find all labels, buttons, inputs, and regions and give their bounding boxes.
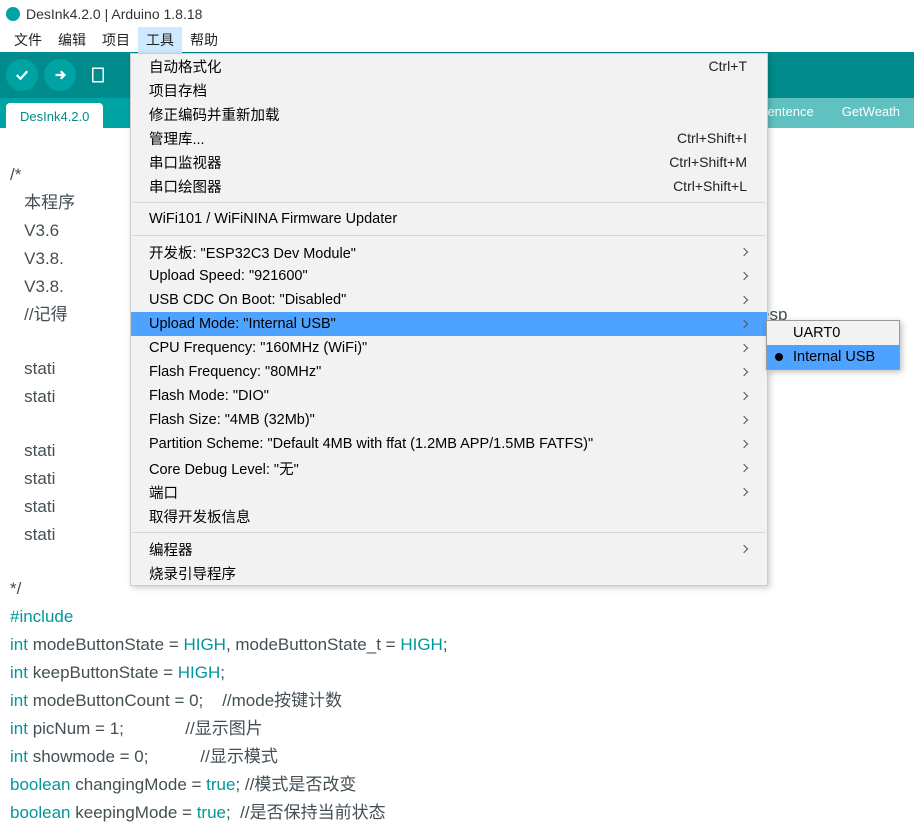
titlebar: DesInk4.2.0 | Arduino 1.8.18 — [0, 0, 914, 28]
submenu-arrow-icon — [740, 440, 748, 448]
arduino-icon — [6, 7, 20, 21]
menu-edit[interactable]: 编辑 — [50, 27, 94, 53]
keyboard-shortcut: Ctrl+T — [709, 58, 748, 74]
submenu-arrow-icon — [740, 392, 748, 400]
submenu-arrow-icon — [740, 416, 748, 424]
window-title: DesInk4.2.0 | Arduino 1.8.18 — [26, 6, 202, 22]
keyboard-shortcut: Ctrl+Shift+I — [677, 130, 747, 146]
submenu-arrow-icon — [740, 272, 748, 280]
submenu-arrow-icon — [740, 296, 748, 304]
upload-mode-submenu: UART0 Internal USB — [766, 320, 900, 370]
menu-file[interactable]: 文件 — [6, 27, 50, 53]
menu-item[interactable]: 串口绘图器Ctrl+Shift+L — [131, 174, 767, 198]
submenu-internal-usb[interactable]: Internal USB — [767, 345, 899, 369]
menu-item[interactable]: Core Debug Level: "无" — [131, 456, 767, 480]
submenu-arrow-icon — [740, 545, 748, 553]
menu-item[interactable]: 开发板: "ESP32C3 Dev Module" — [131, 240, 767, 264]
menu-item[interactable]: Flash Size: "4MB (32Mb)" — [131, 408, 767, 432]
menu-item[interactable]: 管理库...Ctrl+Shift+I — [131, 126, 767, 150]
submenu-arrow-icon — [740, 488, 748, 496]
menu-item[interactable]: WiFi101 / WiFiNINA Firmware Updater — [131, 207, 767, 231]
menu-item[interactable]: 编程器 — [131, 537, 767, 561]
upload-button[interactable] — [44, 59, 76, 91]
menu-item[interactable]: 修正编码并重新加载 — [131, 102, 767, 126]
submenu-uart0[interactable]: UART0 — [767, 321, 899, 345]
verify-button[interactable] — [6, 59, 38, 91]
tabbar-right: entence GetWeath — [753, 98, 914, 128]
menu-item[interactable]: Flash Mode: "DIO" — [131, 384, 767, 408]
tools-dropdown: 自动格式化Ctrl+T项目存档修正编码并重新加载管理库...Ctrl+Shift… — [130, 53, 768, 586]
menubar: 文件 编辑 项目 工具 帮助 — [0, 28, 914, 52]
menu-item[interactable]: 项目存档 — [131, 78, 767, 102]
menu-item[interactable]: Flash Frequency: "80MHz" — [131, 360, 767, 384]
menu-item[interactable]: 取得开发板信息 — [131, 504, 767, 528]
menu-item[interactable]: 端口 — [131, 480, 767, 504]
menu-sketch[interactable]: 项目 — [94, 27, 138, 53]
keyboard-shortcut: Ctrl+Shift+M — [669, 154, 747, 170]
menu-help[interactable]: 帮助 — [182, 27, 226, 53]
menu-item[interactable]: 自动格式化Ctrl+T — [131, 54, 767, 78]
submenu-arrow-icon — [740, 248, 748, 256]
menu-item[interactable]: CPU Frequency: "160MHz (WiFi)" — [131, 336, 767, 360]
menu-item[interactable]: Partition Scheme: "Default 4MB with ffat… — [131, 432, 767, 456]
new-button[interactable] — [82, 59, 114, 91]
keyboard-shortcut: Ctrl+Shift+L — [673, 178, 747, 194]
tab-right-1[interactable]: GetWeath — [828, 98, 914, 128]
submenu-arrow-icon — [740, 320, 748, 328]
submenu-arrow-icon — [740, 464, 748, 472]
menu-tools[interactable]: 工具 — [138, 27, 182, 53]
submenu-arrow-icon — [740, 344, 748, 352]
menu-item[interactable]: 烧录引导程序 — [131, 561, 767, 585]
menu-item[interactable]: USB CDC On Boot: "Disabled" — [131, 288, 767, 312]
menu-item[interactable]: 串口监视器Ctrl+Shift+M — [131, 150, 767, 174]
tab-active[interactable]: DesInk4.2.0 — [6, 103, 103, 128]
menu-item[interactable]: Upload Mode: "Internal USB" — [131, 312, 767, 336]
menu-item[interactable]: Upload Speed: "921600" — [131, 264, 767, 288]
selected-dot-icon — [775, 353, 783, 361]
submenu-arrow-icon — [740, 368, 748, 376]
